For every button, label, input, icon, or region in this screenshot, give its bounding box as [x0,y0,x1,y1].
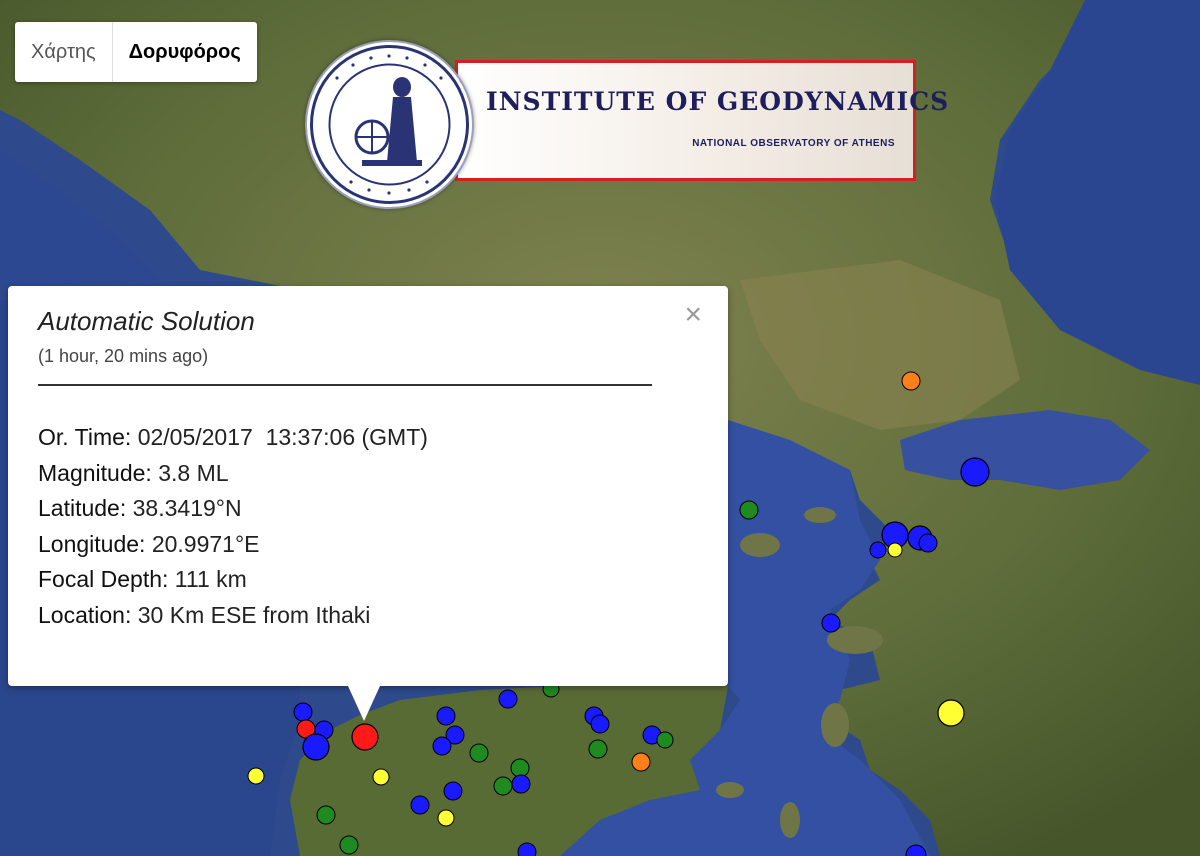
earthquake-marker-blue[interactable] [436,706,456,726]
popup-title: Automatic Solution [38,306,255,336]
field-value: 3.8 ML [158,459,229,486]
earthquake-marker-blue[interactable] [821,613,841,633]
earthquake-marker-green[interactable] [510,758,530,778]
earthquake-marker-yellow[interactable] [937,699,965,727]
earthquake-marker-blue[interactable] [590,714,610,734]
earthquake-marker-green[interactable] [469,743,489,763]
popup-pointer [348,686,380,721]
focal-depth-row: Focal Depth: 111 km [38,562,428,598]
earthquake-marker-green[interactable] [656,731,674,749]
earthquake-marker-blue[interactable] [960,457,990,487]
logo-banner: INSTITUTE OF GEODYNAMICS NATIONAL OBSERV… [455,60,948,181]
earthquake-marker-blue[interactable] [410,795,430,815]
magnitude-row: Magnitude: 3.8 ML [38,456,428,492]
earthquake-marker-green[interactable] [316,805,336,825]
map-type-control: Χάρτης Δορυφόρος [15,22,257,82]
event-details: Or. Time: 02/05/2017 13:37:06 (GMT) Magn… [38,420,428,633]
earthquake-marker-orange[interactable] [631,752,651,772]
location-row: Location: 30 Km ESE from Ithaki [38,598,428,634]
field-value: 20.9971°E [151,530,260,557]
earthquake-marker-yellow[interactable] [247,767,265,785]
earthquake-marker-orange[interactable] [901,371,921,391]
field-label: Or. Time: [38,424,132,450]
field-label: Location: [38,601,132,628]
earthquake-marker-blue[interactable] [293,702,313,722]
map-type-satellite-button[interactable]: Δορυφόρος [111,22,257,82]
earthquake-marker-green[interactable] [339,835,359,855]
close-icon[interactable]: × [684,300,702,330]
earthquake-marker-blue[interactable] [302,733,330,761]
earthquake-marker-yellow[interactable] [437,809,455,827]
earthquake-marker-green[interactable] [493,776,513,796]
earthquake-marker-green[interactable] [588,739,608,759]
observatory-seal [305,40,474,209]
field-label: Magnitude: [38,459,152,486]
field-value: 30 Km ESE from Ithaki [137,601,371,628]
earthquake-marker-blue[interactable] [517,842,537,856]
map-type-map-button[interactable]: Χάρτης [15,22,112,82]
field-label: Focal Depth: [38,566,169,592]
field-label: Longitude: [38,530,146,557]
longitude-row: Longitude: 20.9971°E [38,527,428,563]
latitude-row: Latitude: 38.3419°N [38,491,428,527]
earthquake-marker-blue[interactable] [869,541,887,559]
earthquake-marker-blue[interactable] [498,689,518,709]
logo-subtitle: NATIONAL OBSERVATORY OF ATHENS [692,138,895,149]
earthquake-marker-yellow[interactable] [372,768,390,786]
institute-logo: INSTITUTE OF GEODYNAMICS NATIONAL OBSERV… [305,40,948,209]
earthquake-marker-blue[interactable] [918,533,938,553]
earthquake-marker-blue[interactable] [511,774,531,794]
popup-time-ago: (1 hour, 20 mins ago) [38,346,209,366]
field-value: 111 km [174,566,247,592]
earthquake-marker-latest-red[interactable] [351,723,379,751]
field-value: 02/05/2017 13:37:06 (GMT) [137,424,428,450]
earthquake-marker-blue[interactable] [432,736,452,756]
origin-time-row: Or. Time: 02/05/2017 13:37:06 (GMT) [38,420,428,456]
earthquake-marker-blue[interactable] [443,781,463,801]
event-info-popup: Automatic Solution × (1 hour, 20 mins ag… [8,286,728,721]
earthquake-marker-green[interactable] [739,500,759,520]
field-label: Latitude: [38,495,127,521]
earthquake-marker-yellow[interactable] [887,542,903,558]
field-value: 38.3419°N [132,495,242,521]
popup-divider [38,384,652,386]
logo-title: INSTITUTE OF GEODYNAMICS [486,87,950,116]
